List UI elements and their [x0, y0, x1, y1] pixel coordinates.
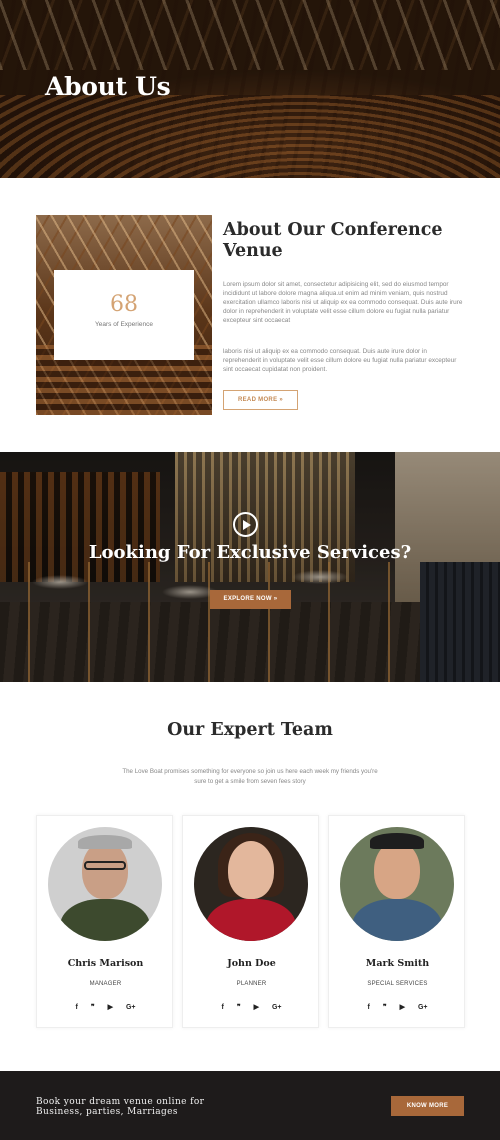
team-title: Our Expert Team [167, 720, 333, 740]
member-photo [48, 827, 162, 941]
hero-banner: About Us [0, 0, 500, 178]
social-links: f ❞ ▶ G+ [37, 1004, 174, 1012]
member-photo [194, 827, 308, 941]
page-title: About Us [45, 72, 171, 101]
social-links: f ❞ ▶ G+ [183, 1004, 320, 1012]
team-card: John Doe PLANNER f ❞ ▶ G+ [182, 815, 319, 1028]
experience-card: 68 Years of Experience [54, 270, 194, 360]
know-more-button[interactable]: KNOW MORE [391, 1096, 464, 1116]
facebook-icon[interactable]: f [367, 1004, 369, 1012]
member-role: SPECIAL SERVICES [367, 981, 428, 987]
services-banner [0, 452, 500, 682]
services-title: Looking For Exclusive Services? [88, 542, 412, 563]
facebook-icon[interactable]: f [221, 1004, 223, 1012]
team-subtitle: The Love Boat promises something for eve… [122, 768, 378, 785]
team-card: Chris Marison MANAGER f ❞ ▶ G+ [36, 815, 173, 1028]
member-name: Chris Marison [67, 958, 144, 969]
cta-line-1: Book your dream venue online for [36, 1097, 205, 1107]
member-name: Mark Smith [365, 958, 430, 969]
play-icon [242, 519, 251, 530]
member-name: John Doe [227, 958, 276, 969]
cta-text: Book your dream venue online for Busines… [36, 1097, 256, 1117]
experience-number: 68 [110, 292, 138, 317]
youtube-icon[interactable]: ▶ [108, 1004, 113, 1012]
twitter-icon[interactable]: ❞ [91, 1004, 95, 1012]
about-paragraph-1: Lorem ipsum dolor sit amet, consectetur … [223, 281, 463, 325]
social-links: f ❞ ▶ G+ [329, 1004, 466, 1012]
cta-line-2: Business, parties, Marriages [36, 1107, 178, 1117]
explore-now-button[interactable]: EXPLORE NOW » [210, 590, 291, 609]
team-card: Mark Smith SPECIAL SERVICES f ❞ ▶ G+ [328, 815, 465, 1028]
twitter-icon[interactable]: ❞ [237, 1004, 241, 1012]
google-plus-icon[interactable]: G+ [418, 1004, 428, 1012]
google-plus-icon[interactable]: G+ [126, 1004, 136, 1012]
booking-cta: Book your dream venue online for Busines… [0, 1071, 500, 1140]
youtube-icon[interactable]: ▶ [254, 1004, 259, 1012]
play-video-button[interactable] [233, 512, 258, 537]
experience-label: Years of Experience [95, 321, 153, 328]
read-more-button[interactable]: READ MORE » [223, 390, 298, 410]
venue-image: 68 Years of Experience [36, 215, 212, 415]
about-paragraph-2: laboris nisi ut aliquip ex ea commodo co… [223, 348, 457, 374]
member-role: PLANNER [236, 981, 267, 987]
twitter-icon[interactable]: ❞ [383, 1004, 387, 1012]
member-photo [340, 827, 454, 941]
youtube-icon[interactable]: ▶ [400, 1004, 405, 1012]
about-title: About Our Conference Venue [223, 220, 443, 261]
member-role: MANAGER [89, 981, 122, 987]
google-plus-icon[interactable]: G+ [272, 1004, 282, 1012]
facebook-icon[interactable]: f [75, 1004, 77, 1012]
